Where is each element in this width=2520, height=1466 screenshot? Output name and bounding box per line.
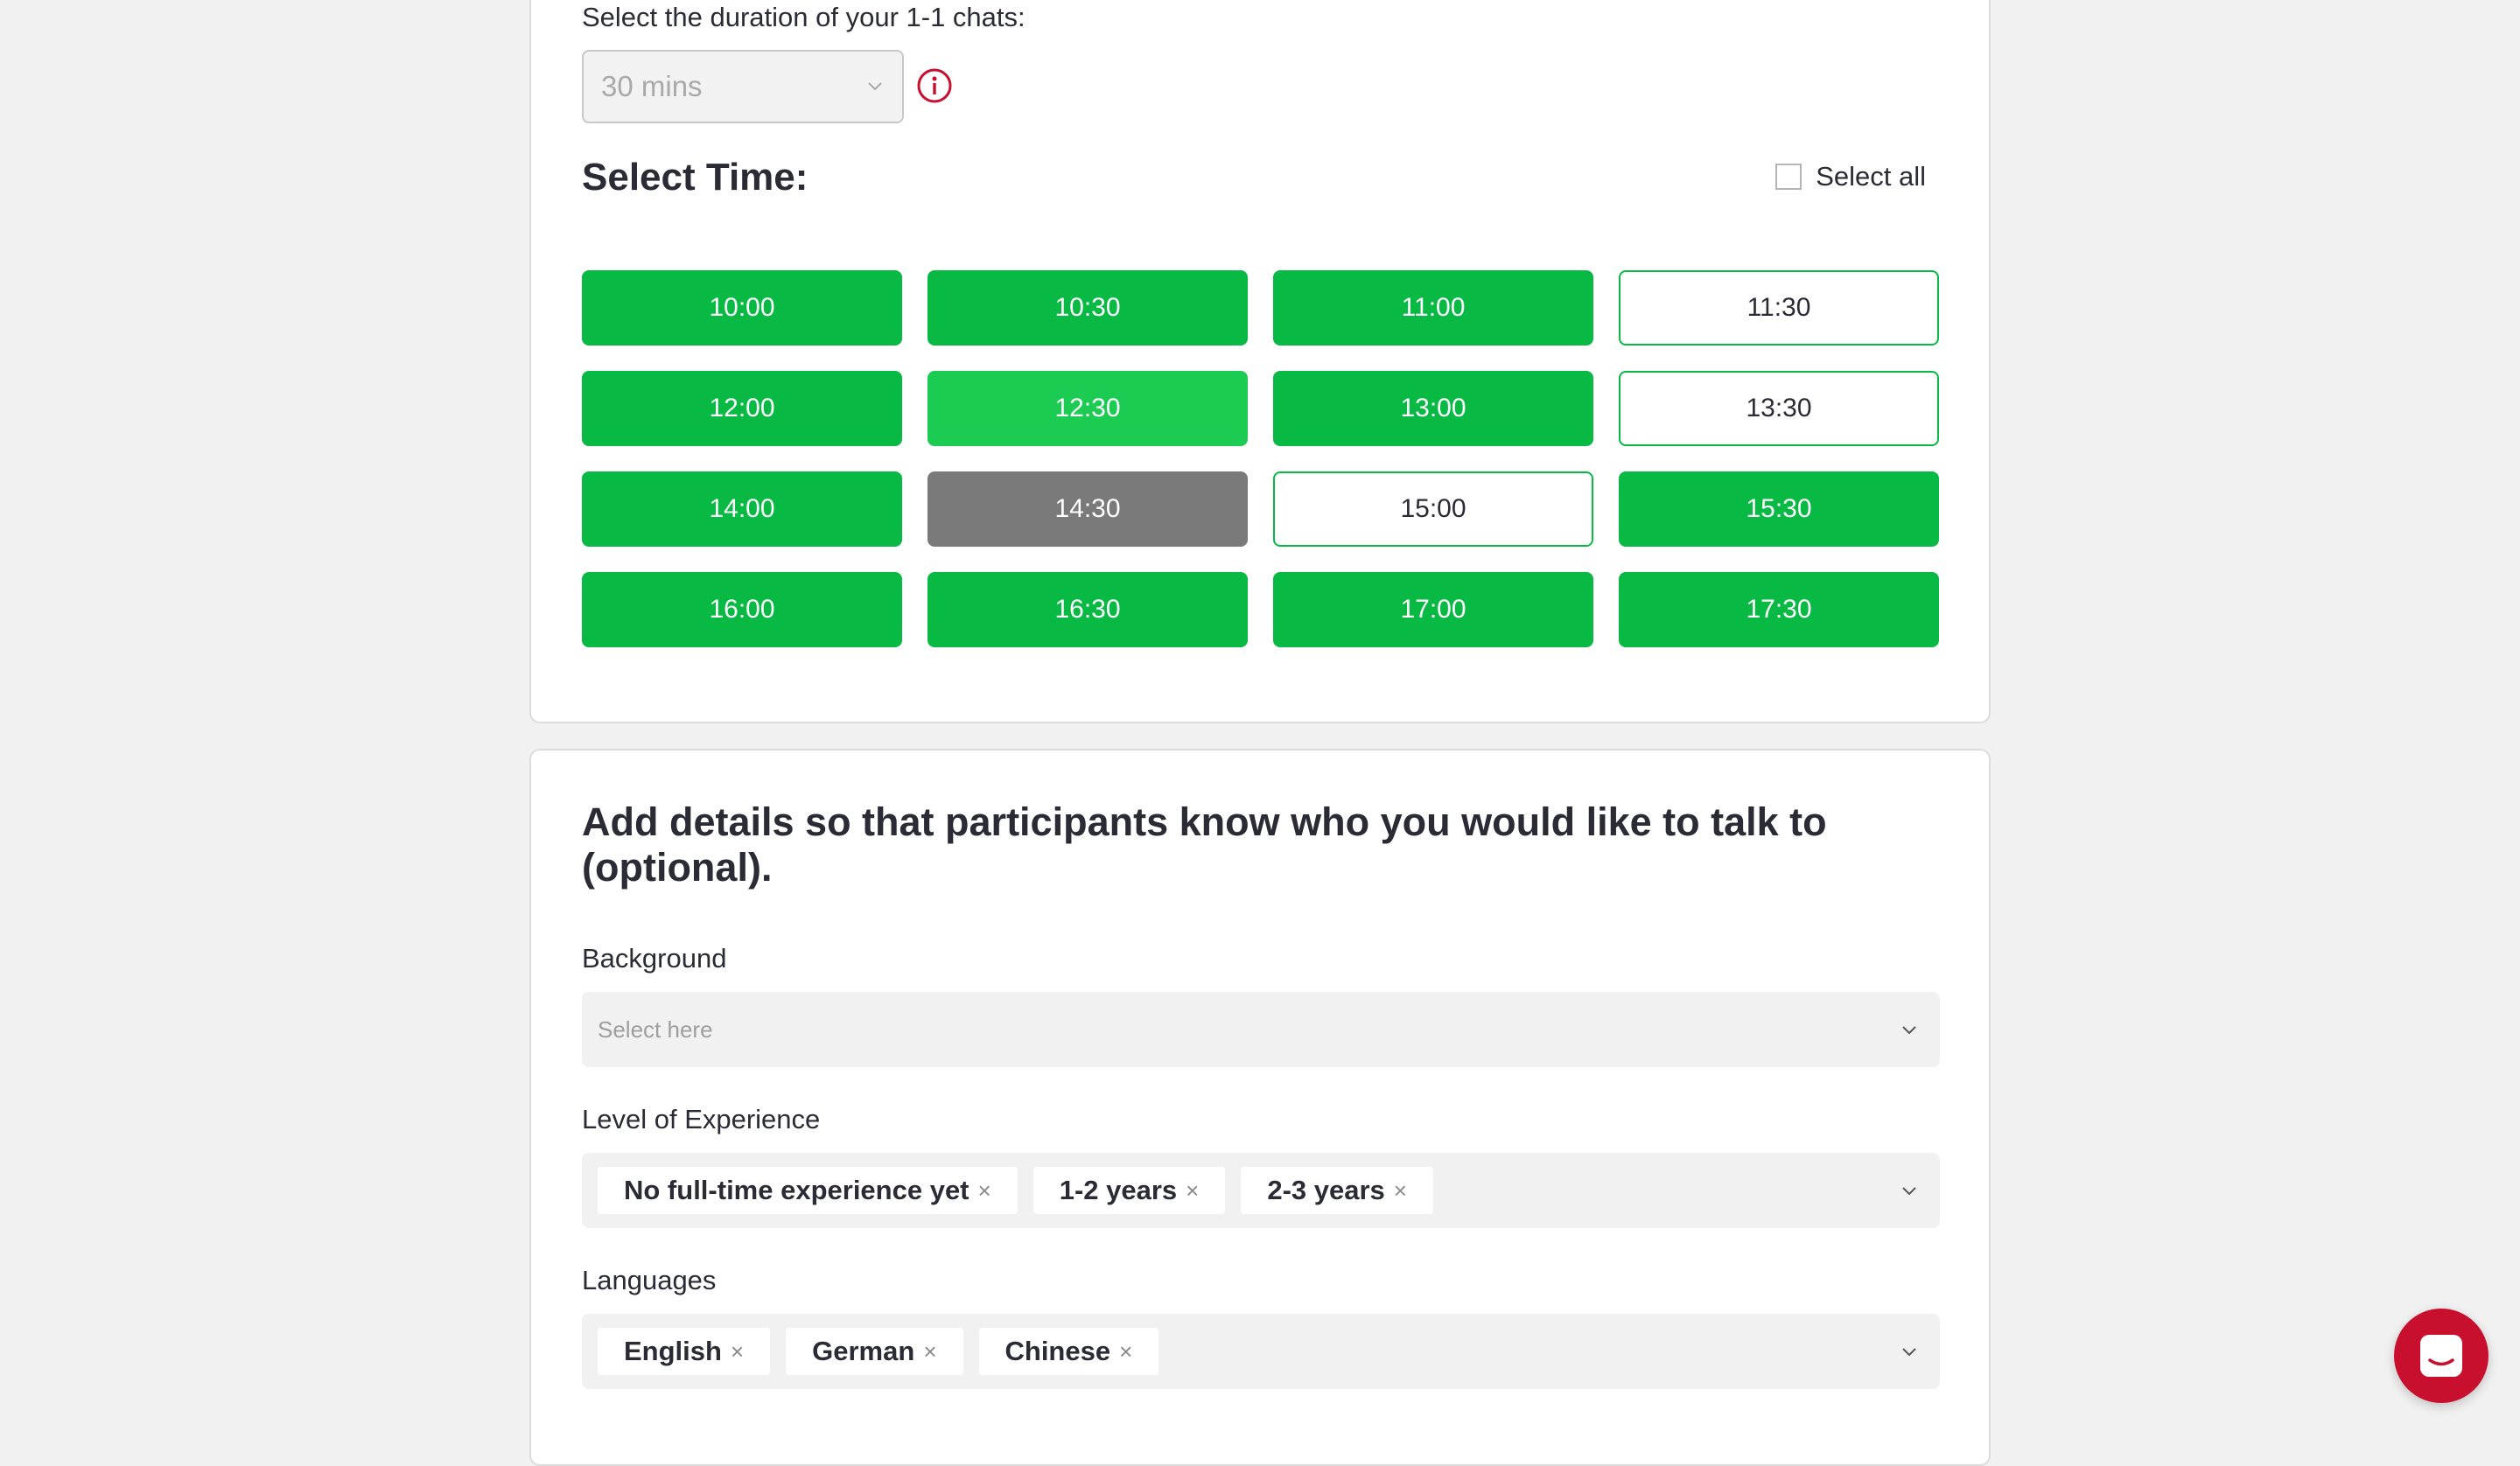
selected-chip: No full-time experience yet × [598,1167,1018,1214]
background-placeholder: Select here [598,1016,713,1043]
chevron-down-icon [1902,1187,1916,1196]
chevron-down-icon [1902,1348,1916,1357]
duration-label: Select the duration of your 1-1 chats: [582,2,1026,32]
time-slot-button[interactable]: 15:30 [1619,471,1939,547]
time-slot-button[interactable]: 10:00 [582,270,902,346]
select-time-title: Select Time: [582,156,808,199]
chip-label: German [812,1336,915,1366]
time-slot-button[interactable]: 12:30 [928,371,1248,446]
details-title: Add details so that participants know wh… [582,799,1827,890]
time-slot-button[interactable]: 12:00 [582,371,902,446]
selected-chip: German × [786,1328,963,1375]
select-all-control[interactable]: Select all [1775,161,1926,192]
time-slot-button[interactable]: 17:30 [1619,572,1939,647]
close-icon[interactable]: × [923,1338,936,1365]
close-icon[interactable]: × [1186,1177,1199,1204]
time-slot-button[interactable]: 17:00 [1273,572,1593,647]
chip-label: No full-time experience yet [624,1175,970,1205]
background-label: Background [582,943,727,974]
time-slot-button[interactable]: 14:30 [928,471,1248,547]
close-icon[interactable]: × [1394,1177,1407,1204]
close-icon[interactable]: × [978,1177,991,1204]
close-icon[interactable]: × [731,1338,744,1365]
background-select[interactable]: Select here [582,992,1940,1067]
duration-select[interactable]: 30 mins [582,50,904,123]
time-slot-button[interactable]: 16:00 [582,572,902,647]
time-slot-button[interactable]: 15:00 [1273,471,1593,547]
chip-label: Chinese [1004,1336,1111,1366]
details-card: Add details so that participants know wh… [529,749,1991,1466]
selected-chip: Chinese × [978,1328,1159,1375]
info-circle-icon[interactable] [916,67,953,104]
chip-label: English [624,1336,722,1366]
chip-label: 1-2 years [1059,1175,1178,1205]
select-all-label: Select all [1816,161,1926,192]
time-selection-card: Select the duration of your 1-1 chats: 3… [529,0,1991,723]
time-slot-button[interactable]: 11:30 [1619,270,1939,346]
chat-bubble-icon [2420,1335,2462,1377]
chevron-down-icon [1902,1026,1916,1035]
chevron-down-icon [868,82,882,91]
languages-label: Languages [582,1265,717,1295]
experience-select[interactable]: No full-time experience yet × 1-2 years × 2-… [582,1153,1940,1228]
time-slot-button[interactable]: 16:30 [928,572,1248,647]
time-slot-grid: 10:00 10:30 11:00 11:30 12:00 12:30 13:00 13:30… [582,270,1939,647]
select-all-checkbox[interactable] [1775,164,1802,190]
chip-label: 2-3 years [1267,1175,1385,1205]
time-slot-button[interactable]: 13:00 [1273,371,1593,446]
selected-chip: 1-2 years × [1032,1167,1226,1214]
time-slot-button[interactable]: 10:30 [928,270,1248,346]
close-icon[interactable]: × [1119,1338,1132,1365]
time-slot-button[interactable]: 11:00 [1273,270,1593,346]
selected-chip: English × [598,1328,771,1375]
languages-select[interactable]: English × German × Chinese × [582,1314,1940,1389]
duration-value: 30 mins [601,70,703,102]
time-slot-button[interactable]: 14:00 [582,471,902,547]
experience-label: Level of Experience [582,1104,821,1134]
time-slot-button[interactable]: 13:30 [1619,371,1939,446]
messenger-launcher-button[interactable] [2394,1309,2488,1403]
selected-chip: 2-3 years × [1241,1167,1433,1214]
